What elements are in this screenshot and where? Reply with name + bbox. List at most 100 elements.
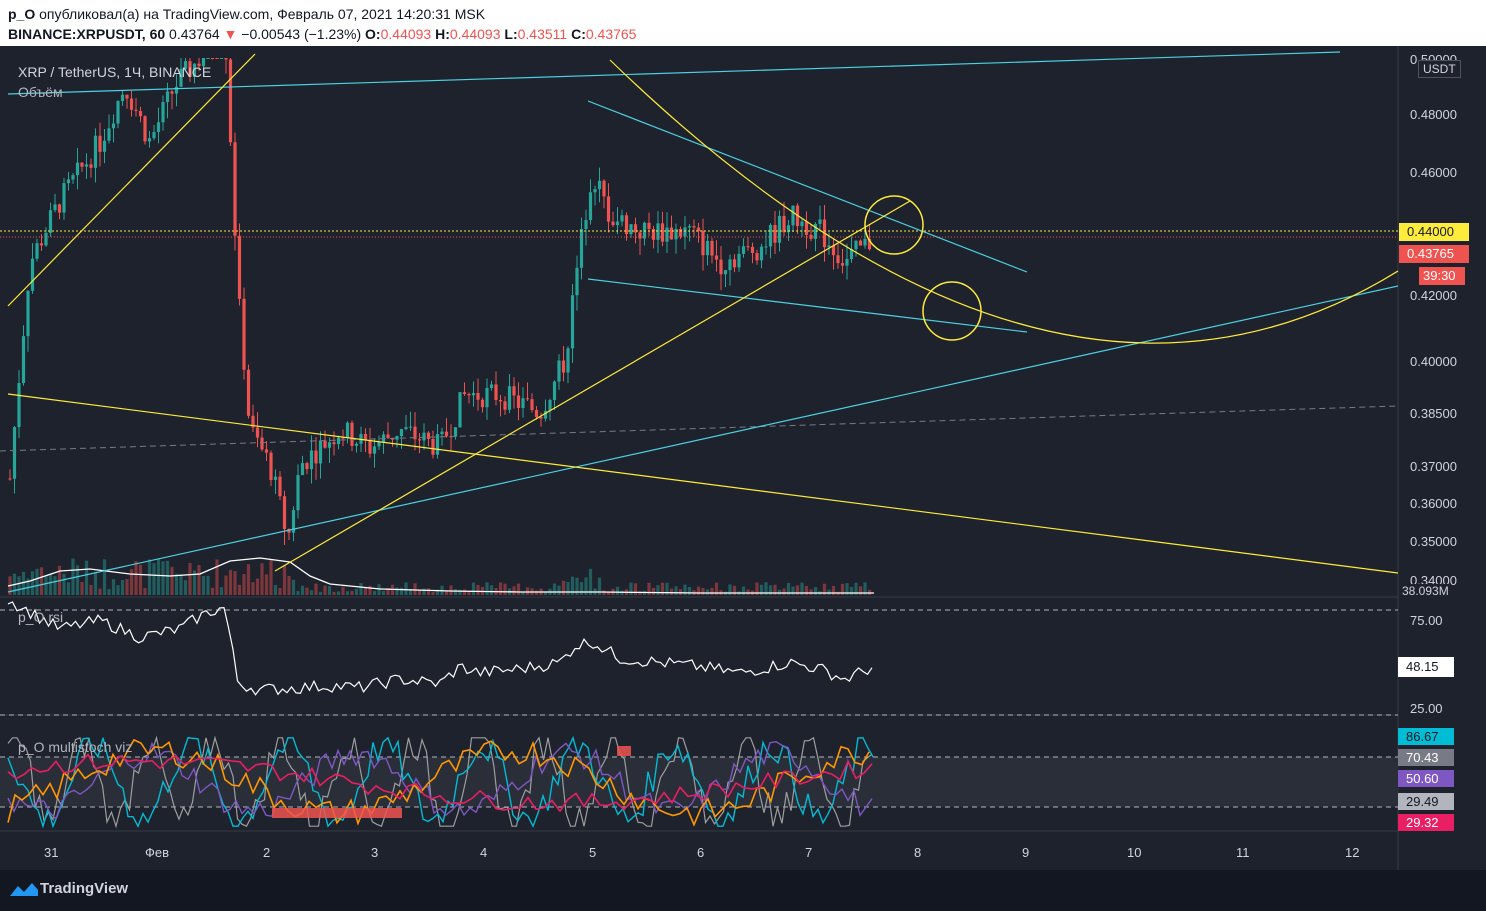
candle-body xyxy=(395,436,399,440)
price-tick: 0.37000 xyxy=(1410,459,1457,474)
volume-bar xyxy=(327,586,332,595)
candle-body xyxy=(660,223,665,242)
highlight-circle[interactable] xyxy=(864,195,924,255)
candle-body xyxy=(129,98,134,110)
stoch-tag-cyan: 86.67 xyxy=(1398,728,1454,745)
main-legend[interactable]: XRP / TetherUS, 1Ч, BINANCE xyxy=(18,64,211,80)
last-price-tag[interactable]: 0.43765 xyxy=(1399,245,1469,263)
volume-bar xyxy=(552,583,557,595)
tradingview-brand[interactable]: TradingView xyxy=(40,880,128,897)
candle-body xyxy=(66,179,71,184)
volume-bar xyxy=(350,590,354,595)
price-tick: 0.36000 xyxy=(1410,496,1457,511)
candle-body xyxy=(696,227,701,231)
symbol[interactable]: BINANCE:XRPUSDT, 60 xyxy=(8,26,165,42)
volume-bar xyxy=(368,585,372,595)
yellow-arc[interactable] xyxy=(609,59,1399,344)
volume-bar xyxy=(215,559,219,595)
volume-bar xyxy=(309,590,314,595)
candle-body xyxy=(314,450,318,464)
author[interactable]: p_O xyxy=(8,6,35,22)
tradingview-logo-icon[interactable] xyxy=(8,880,40,900)
time-tick: 11 xyxy=(1236,845,1250,860)
candle-body xyxy=(705,240,710,256)
candle-body xyxy=(467,394,471,396)
volume-legend[interactable]: Объём xyxy=(18,84,63,100)
time-tick: 2 xyxy=(263,845,271,860)
volume-bar xyxy=(705,589,710,595)
candle-body xyxy=(773,225,777,243)
candle-body xyxy=(741,246,746,254)
candle-body xyxy=(683,227,687,237)
volume-bar xyxy=(323,585,327,595)
volume-bar xyxy=(669,588,674,595)
currency-label[interactable]: USDT xyxy=(1418,60,1461,78)
volume-bar xyxy=(453,589,458,595)
candle-body xyxy=(372,446,377,454)
time-tick: 6 xyxy=(697,845,705,860)
high-label: H: xyxy=(435,26,450,42)
candle-body xyxy=(750,246,755,254)
candle-body xyxy=(143,116,147,142)
volume-bar xyxy=(363,587,368,595)
candle-body xyxy=(111,123,116,129)
candle-body xyxy=(476,393,480,400)
rsi-tick: 75.00 xyxy=(1410,613,1443,628)
dashed-trendline[interactable] xyxy=(0,405,1399,452)
candle-body xyxy=(489,384,494,388)
candle-body xyxy=(30,258,35,291)
cyan-wedge-lower[interactable] xyxy=(587,278,1028,333)
candle-body xyxy=(534,410,539,417)
candle-body xyxy=(116,101,120,124)
stoch-tag-purple: 50.60 xyxy=(1398,770,1454,787)
volume-bar xyxy=(278,588,282,595)
candle-body xyxy=(863,238,867,246)
candle-body xyxy=(102,140,107,152)
open-label: O: xyxy=(365,26,381,42)
volume-bar xyxy=(633,583,638,595)
candle-body xyxy=(575,267,579,296)
candle-body xyxy=(714,255,719,260)
stoch-tag-pink: 29.32 xyxy=(1398,814,1454,831)
volume-bar xyxy=(516,583,521,595)
volume-bar xyxy=(498,582,503,595)
volume-bar xyxy=(206,575,210,595)
candle-body xyxy=(228,59,233,143)
candle-body xyxy=(377,442,381,447)
volume-bar xyxy=(710,587,714,595)
volume-bar xyxy=(782,588,786,595)
stoch-legend[interactable]: p_O multistoch viz xyxy=(18,739,132,755)
level-price-tag[interactable]: 0.44000 xyxy=(1399,223,1469,241)
candle-body xyxy=(588,192,593,220)
volume-bar xyxy=(174,573,179,595)
time-tick: 10 xyxy=(1127,845,1142,860)
volume-bar xyxy=(404,582,408,595)
candle-body xyxy=(611,221,615,226)
candle-body xyxy=(566,348,570,373)
volume-bar xyxy=(687,586,692,595)
volume-bar xyxy=(102,559,107,595)
price-tick: 0.35000 xyxy=(1410,534,1457,549)
rsi-legend[interactable]: p_O rsi xyxy=(18,609,63,625)
volume-bar xyxy=(201,576,206,595)
candle-body xyxy=(399,429,404,437)
volume-bar xyxy=(741,586,746,595)
rsi-value-tag: 48.15 xyxy=(1398,657,1454,677)
price-tick: 0.42000 xyxy=(1410,288,1457,303)
highlight-circle[interactable] xyxy=(922,281,982,341)
chart-canvas[interactable] xyxy=(0,46,1486,870)
candle-body xyxy=(737,253,741,268)
candle-body xyxy=(44,232,48,246)
candle-body xyxy=(453,427,458,437)
chart-area[interactable]: XRP / TetherUS, 1Ч, BINANCE Объём p_O rs… xyxy=(0,46,1486,870)
candle-body xyxy=(647,222,651,229)
candles xyxy=(8,58,872,545)
volume-bar xyxy=(62,573,66,595)
candle-body xyxy=(408,426,413,428)
yellow-uptrend[interactable] xyxy=(274,200,911,572)
candle-body xyxy=(147,138,152,142)
candle-body xyxy=(417,439,422,441)
candle-body xyxy=(120,94,125,102)
volume-bar xyxy=(426,588,431,595)
volume-bar xyxy=(588,568,593,595)
